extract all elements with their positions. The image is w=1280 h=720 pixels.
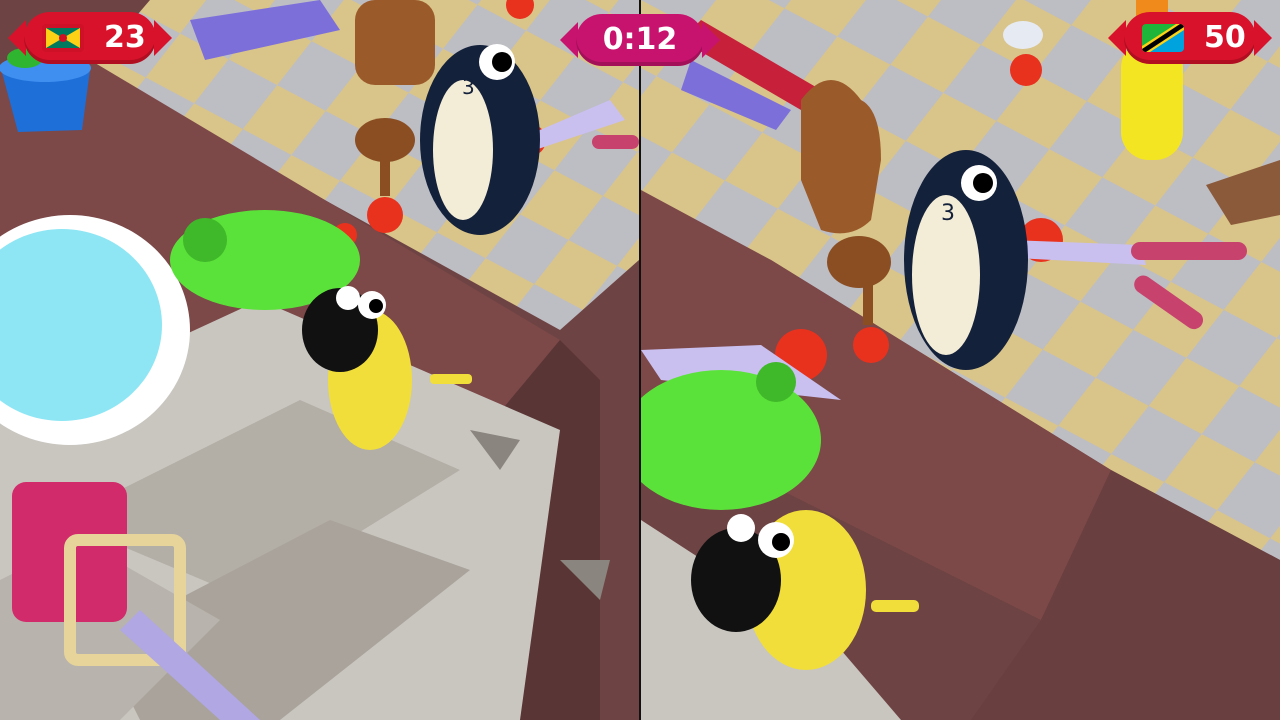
left-score-value: 23 (104, 20, 146, 55)
cup (1003, 21, 1043, 49)
opponent-jersey-number: 3 (462, 75, 475, 99)
tanzania-flag-icon (1142, 24, 1184, 52)
brown-character (355, 0, 435, 85)
split-screen-divider (639, 0, 641, 720)
match-timer-badge: 0:12 (560, 14, 720, 66)
left-player-viewport: 3 23 (0, 0, 639, 720)
match-timer-value: 0:12 (602, 22, 678, 57)
right-game-scene: 3 (641, 0, 1280, 720)
opponent-jersey-number: 3 (941, 201, 955, 226)
right-score-value: 50 (1204, 20, 1246, 55)
grenada-flag-icon (42, 24, 84, 52)
right-player-viewport: 3 50 (641, 0, 1280, 720)
left-game-scene: 3 (0, 0, 639, 720)
left-score-badge: 23 (8, 12, 172, 64)
brown-cup (827, 236, 891, 288)
right-score-badge: 50 (1108, 12, 1272, 64)
splat (1010, 54, 1042, 86)
splat (367, 197, 403, 233)
brown-cup (355, 118, 415, 162)
